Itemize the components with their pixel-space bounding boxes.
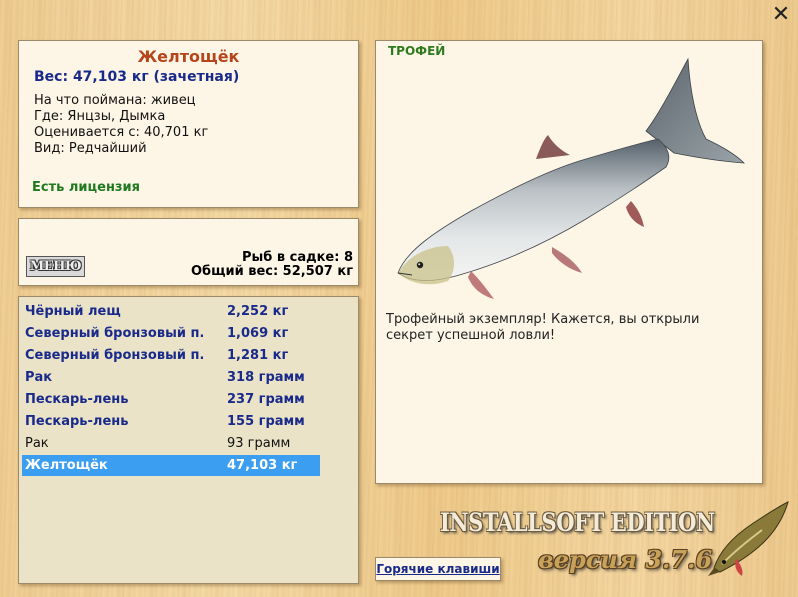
fish-weight: Вес: 47,103 кг (зачетная) [34,69,240,85]
rated-from-text: Оценивается с: 40,701 кг [34,125,209,140]
catch-item-weight: 318 грамм [227,370,305,385]
edition-logo-text: INSTALLSOFT EDITION [440,508,715,537]
catch-item-name: Рак [25,436,49,451]
catch-item-name: Желтощёк [25,458,108,473]
catch-item-weight: 47,103 кг [227,458,298,473]
kind-text: Вид: Редчайший [34,141,147,156]
total-weight: Общий вес: 52,507 кг [190,264,353,279]
catch-item-weight: 237 грамм [227,392,305,407]
hotkeys-button[interactable]: Горячие клавиши [375,557,501,581]
menu-button[interactable]: МЕНЮ [26,256,85,277]
catch-item-weight: 2,252 кг [227,304,289,319]
list-item[interactable]: Северный бронзовый п... 1,069 кг [22,323,320,344]
catch-item-weight: 1,281 кг [227,348,289,363]
fish-trophy-image [397,57,746,299]
catch-item-weight: 93 грамм [227,436,291,451]
caught-on-text: На что поймана: живец [34,93,196,108]
catch-item-name: Рак [25,370,53,385]
close-icon[interactable]: ✕ [770,4,792,27]
list-item[interactable]: Пескарь-лень 237 грамм [22,389,320,410]
list-item[interactable]: Чёрный лещ 2,252 кг [22,301,320,322]
catch-item-name: Пескарь-лень [25,392,129,407]
catch-item-name: Пескарь-лень [25,414,129,429]
license-status: Есть лицензия [32,180,140,195]
catch-item-weight: 1,069 кг [227,326,289,341]
list-item[interactable]: Северный бронзовый п... 1,281 кг [22,345,320,366]
location-text: Где: Янцзы, Дымка [34,109,166,124]
list-item[interactable]: Рак 318 грамм [22,367,320,388]
catch-item-name: Чёрный лещ [25,304,121,319]
list-item[interactable]: Желтощёк 47,103 кг [22,455,320,476]
list-item[interactable]: Рак 93 грамм [22,433,320,454]
fish-name: Желтощёк [137,47,240,66]
trophy-description: Трофейный экземпляр! Кажется, вы открыли… [386,312,700,343]
version-text: версия 3.7.6 [538,545,713,574]
catch-item-name: Северный бронзовый п... [25,348,203,363]
pike-logo-icon [708,501,789,576]
catch-item-weight: 155 грамм [227,414,305,429]
catch-item-name: Северный бронзовый п... [25,326,203,341]
list-item[interactable]: Пескарь-лень 155 грамм [22,411,320,432]
fish-count: Рыб в садке: 8 [241,250,353,265]
catch-list: Чёрный лещ 2,252 кг Северный бронзовый п..… [18,296,359,584]
fish-info-card: Желтощёк Вес: 47,103 кг (зачетная) На чт… [18,40,359,208]
cage-summary-panel: МЕНЮ Рыб в садке: 8 Общий вес: 52,507 кг [18,218,359,286]
trophy-panel: ТРОФЕЙ Трофейный экземпляр! Кажется, вы … [375,40,763,484]
